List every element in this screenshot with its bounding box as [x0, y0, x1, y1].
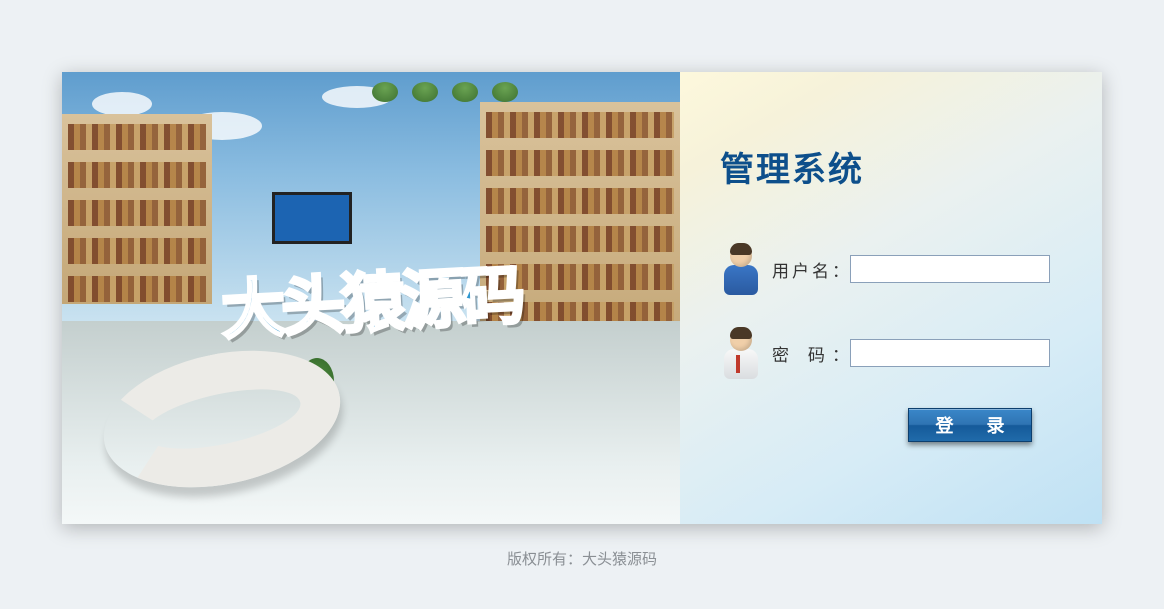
system-title: 管理系统: [720, 142, 1062, 191]
plant-pot: [452, 82, 478, 102]
footer-owner: 大头猿源码: [582, 551, 657, 568]
password-input[interactable]: [850, 339, 1050, 367]
photo-frame-front: [62, 72, 572, 424]
cloud: [92, 92, 152, 116]
curved-bench: [92, 374, 392, 424]
admin-icon: [720, 327, 762, 379]
password-row: 密 码：: [720, 327, 1062, 379]
plant-pot: [492, 82, 518, 102]
username-label: 用户名：: [772, 257, 850, 282]
password-label: 密 码：: [772, 341, 850, 366]
footer: 版权所有：大头猿源码: [0, 548, 1164, 569]
plant-pot: [372, 82, 398, 102]
plant-pot: [412, 82, 438, 102]
login-panel: 大头猿源码 管理系统 用户名： 密 码： 登 录: [62, 72, 1102, 524]
footer-prefix: 版权所有：: [507, 551, 582, 568]
bookshelf-right: [480, 102, 572, 352]
login-form-panel: 管理系统 用户名： 密 码： 登 录: [680, 72, 1102, 524]
username-input[interactable]: [850, 255, 1050, 283]
hero-image-stack: 大头猿源码: [62, 72, 680, 524]
user-icon: [720, 243, 762, 295]
login-button[interactable]: 登 录: [908, 408, 1032, 442]
tv-screen: [272, 192, 352, 244]
bookshelf-left: [62, 114, 212, 304]
username-row: 用户名：: [720, 243, 1062, 295]
